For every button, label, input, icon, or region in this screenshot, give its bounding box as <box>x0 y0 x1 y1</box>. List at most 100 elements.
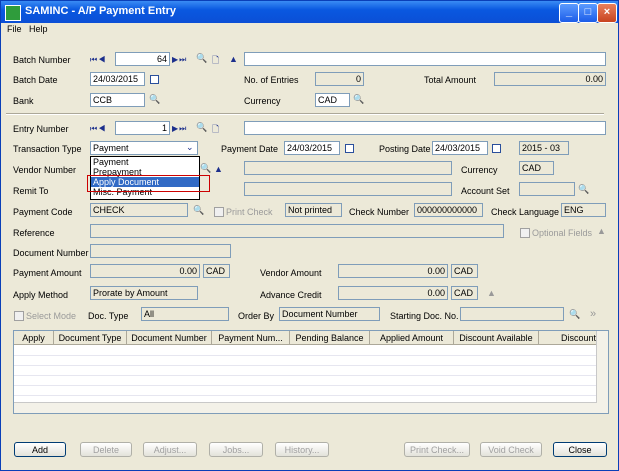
jobs-button[interactable]: Jobs... <box>209 442 263 457</box>
dropdown-option-payment[interactable]: Payment <box>91 157 199 167</box>
print-check-button[interactable]: Print Check... <box>404 442 470 457</box>
menu-bar: File Help <box>1 23 618 37</box>
batch-new-icon[interactable]: 🗋 <box>212 53 219 69</box>
select-mode-checkbox[interactable] <box>14 311 24 321</box>
table-row <box>14 375 597 376</box>
check-number-field: 000000000000 <box>414 203 483 217</box>
col-pending-balance[interactable]: Pending Balance <box>290 331 370 345</box>
account-set-field <box>519 182 575 196</box>
table-row <box>14 395 597 396</box>
vendor-amount-field: 0.00 <box>338 264 448 278</box>
account-set-label: Account Set <box>461 186 510 196</box>
col-payment-number[interactable]: Payment Num... <box>212 331 290 345</box>
section-divider <box>6 113 604 115</box>
chevron-down-icon[interactable]: ⌄ <box>186 142 194 153</box>
entries-field: 0 <box>315 72 364 86</box>
vertical-scrollbar[interactable] <box>596 331 608 413</box>
col-document-number[interactable]: Document Number <box>127 331 212 345</box>
bank-field[interactable]: CCB <box>90 93 145 107</box>
doc-type-label: Doc. Type <box>88 311 129 321</box>
starting-doc-zoom-icon[interactable]: 🔍 <box>569 309 580 320</box>
entry-number-field[interactable]: 1 <box>115 121 170 135</box>
col-document-type[interactable]: Document Type <box>54 331 127 345</box>
bank-zoom-icon[interactable]: 🔍 <box>149 94 160 105</box>
entry-next-nav[interactable]: ▶⏭ <box>172 124 187 134</box>
highlight-box <box>87 175 210 192</box>
batch-currency-field[interactable]: CAD <box>315 93 350 107</box>
remit-name-field <box>244 182 452 196</box>
vendor-zoom-icon[interactable]: 🔍 <box>200 163 211 174</box>
print-check-checkbox[interactable] <box>214 207 224 217</box>
entry-zoom-icon[interactable]: 🔍 <box>196 122 207 133</box>
apply-method-label: Apply Method <box>13 290 69 300</box>
entry-prev-nav[interactable]: ⏮◀ <box>90 124 106 134</box>
posting-date-field[interactable]: 24/03/2015 <box>432 141 488 155</box>
document-number-label: Document Number <box>13 248 89 258</box>
batch-description-field[interactable] <box>244 52 606 66</box>
payment-calendar-icon[interactable] <box>345 144 354 153</box>
delete-button[interactable]: Delete <box>80 442 132 457</box>
col-applied-amount[interactable]: Applied Amount <box>370 331 454 345</box>
maximize-button[interactable]: □ <box>578 3 598 23</box>
transaction-type-select[interactable]: Payment <box>90 141 198 155</box>
posting-calendar-icon[interactable] <box>492 144 501 153</box>
col-discount[interactable]: Discount <box>539 331 597 345</box>
payment-amount-field: 0.00 <box>90 264 200 278</box>
print-status-field: Not printed <box>285 203 342 217</box>
apply-documents-grid[interactable]: Apply Document Type Document Number Paym… <box>13 330 609 414</box>
batch-zoom-icon[interactable]: 🔍 <box>196 53 207 64</box>
adjust-button[interactable]: Adjust... <box>143 442 197 457</box>
payment-date-field[interactable]: 24/03/2015 <box>284 141 340 155</box>
advance-currency-field: CAD <box>451 286 478 300</box>
payment-amount-label: Payment Amount <box>13 268 82 278</box>
payment-code-zoom-icon[interactable]: 🔍 <box>193 205 204 216</box>
currency-zoom-icon[interactable]: 🔍 <box>353 94 364 105</box>
doc-type-field: All <box>141 307 229 321</box>
col-discount-available[interactable]: Discount Available <box>454 331 539 345</box>
batch-number-label: Batch Number <box>13 55 71 65</box>
calendar-icon[interactable] <box>150 75 159 84</box>
optional-fields-up-icon[interactable]: ▲ <box>597 226 606 236</box>
batch-currency-label: Currency <box>244 96 281 106</box>
starting-doc-label: Starting Doc. No. <box>390 311 459 321</box>
app-icon <box>5 5 21 21</box>
batch-date-field[interactable]: 24/03/2015 <box>90 72 145 86</box>
close-window-button[interactable]: × <box>597 3 617 23</box>
batch-next-nav[interactable]: ▶⏭ <box>172 55 187 65</box>
account-set-zoom-icon[interactable]: 🔍 <box>578 184 589 195</box>
history-button[interactable]: History... <box>275 442 329 457</box>
starting-doc-field <box>460 307 564 321</box>
payment-code-field: CHECK <box>90 203 188 217</box>
fast-forward-icon[interactable]: » <box>590 308 596 320</box>
vendor-number-label: Vendor Number <box>13 165 77 175</box>
advance-credit-field: 0.00 <box>338 286 448 300</box>
total-amount-label: Total Amount <box>424 75 477 85</box>
batch-up-icon[interactable]: ▲ <box>229 54 238 64</box>
entry-new-icon[interactable]: 🗋 <box>212 122 219 138</box>
advance-up-icon[interactable]: ▲ <box>487 288 496 298</box>
void-check-button[interactable]: Void Check <box>480 442 542 457</box>
vendor-up-icon[interactable]: ▲ <box>214 164 223 174</box>
entry-description-field[interactable] <box>244 121 606 135</box>
apply-method-field: Prorate by Amount <box>90 286 198 300</box>
payment-code-label: Payment Code <box>13 207 73 217</box>
menu-help[interactable]: Help <box>29 24 48 34</box>
check-language-field: ENG <box>561 203 606 217</box>
entry-number-label: Entry Number <box>13 124 69 134</box>
col-apply[interactable]: Apply <box>14 331 54 345</box>
horizontal-scrollbar[interactable] <box>14 402 597 413</box>
check-language-label: Check Language <box>491 207 560 217</box>
batch-number-field[interactable]: 64 <box>115 52 170 66</box>
minimize-button[interactable]: _ <box>559 3 579 23</box>
entries-label: No. of Entries <box>244 75 299 85</box>
close-button[interactable]: Close <box>553 442 607 457</box>
add-button[interactable]: Add <box>14 442 66 457</box>
batch-prev-nav[interactable]: ⏮◀ <box>90 55 106 65</box>
advance-credit-label: Advance Credit <box>260 290 322 300</box>
bank-label: Bank <box>13 96 34 106</box>
total-amount-field: 0.00 <box>494 72 606 86</box>
posting-date-label: Posting Date <box>379 144 431 154</box>
reference-label: Reference <box>13 228 55 238</box>
menu-file[interactable]: File <box>7 24 22 34</box>
optional-fields-checkbox[interactable] <box>520 228 530 238</box>
